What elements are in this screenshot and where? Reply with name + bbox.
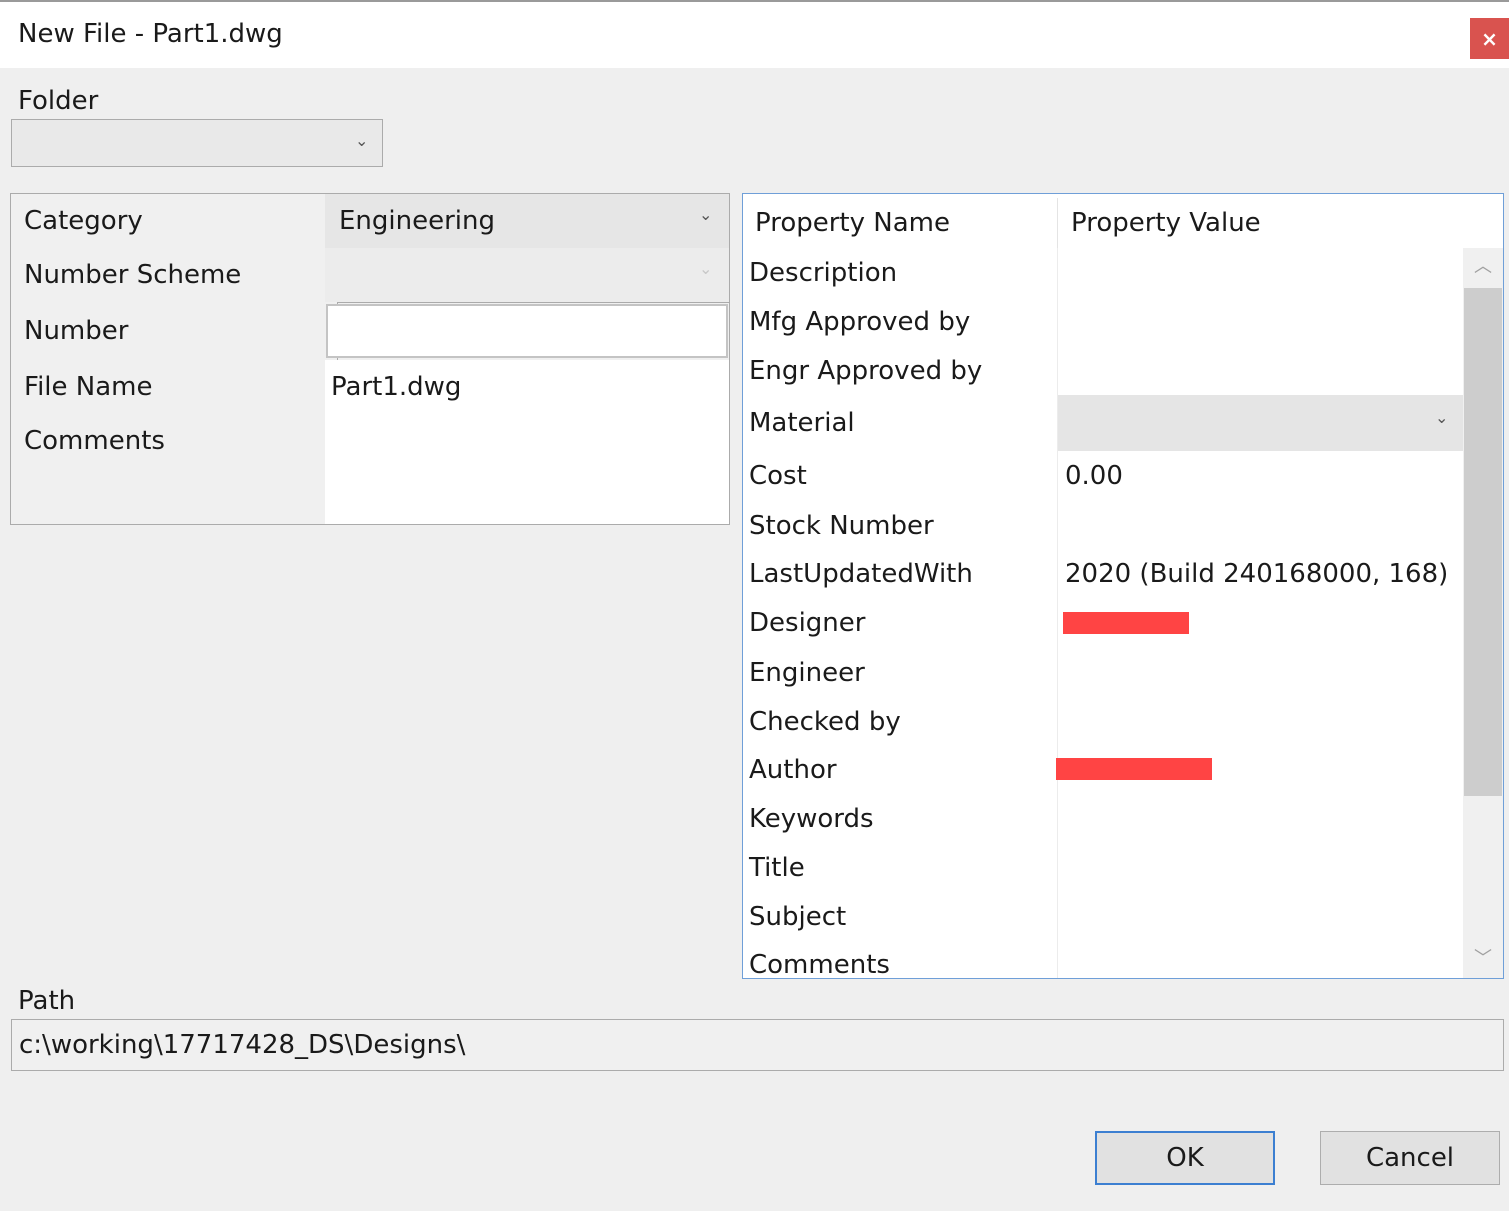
property-value[interactable] <box>1057 697 1463 746</box>
property-value[interactable]: 0.00 <box>1057 451 1463 501</box>
category-value: Engineering <box>339 206 495 236</box>
property-row-description[interactable]: Description <box>743 248 1463 299</box>
property-name: Stock Number <box>749 510 934 541</box>
property-row-designer[interactable]: Designer <box>743 598 1463 649</box>
close-icon: × <box>1481 26 1498 51</box>
property-name: LastUpdatedWith <box>749 559 973 589</box>
comments-label: Comments <box>11 414 338 524</box>
property-value[interactable]: 2020 (Build 240168000, 168) <box>1057 550 1463 598</box>
property-name: Designer <box>749 608 866 638</box>
grid-row-number: Number <box>11 302 729 361</box>
comments-textarea[interactable] <box>325 414 729 524</box>
vertical-scrollbar[interactable]: ︿ ﹀ <box>1463 248 1503 978</box>
header-divider <box>1057 198 1058 248</box>
property-value[interactable] <box>1057 794 1463 843</box>
grid-row-category: Category Engineering ⌄ <box>11 194 729 249</box>
property-value[interactable] <box>1057 941 1463 978</box>
path-field[interactable]: c:\working\17717428_DS\Designs\ <box>11 1019 1504 1071</box>
folder-label: Folder <box>18 86 99 116</box>
property-value[interactable] <box>1057 501 1463 550</box>
material-dropdown[interactable]: ⌄ <box>1057 395 1463 451</box>
number-input[interactable] <box>326 304 728 358</box>
scrollbar-thumb[interactable] <box>1464 288 1502 796</box>
property-name: Cost <box>749 461 807 491</box>
property-value[interactable] <box>1057 843 1463 892</box>
window-title: New File - Part1.dwg <box>18 19 283 49</box>
number-scheme-dropdown[interactable]: ⌄ <box>325 248 729 302</box>
close-button[interactable]: × <box>1470 18 1509 59</box>
number-scheme-label: Number Scheme <box>11 248 338 302</box>
property-row-stock-number[interactable]: Stock Number <box>743 501 1463 551</box>
property-row-subject[interactable]: Subject <box>743 892 1463 942</box>
folder-dropdown[interactable]: ⌄ <box>11 119 383 167</box>
property-name: Checked by <box>749 706 901 737</box>
redaction-bar <box>1063 612 1189 634</box>
file-properties-grid: Category Engineering ⌄ Number Scheme ⌄ N… <box>10 193 730 525</box>
property-value[interactable] <box>1057 892 1463 941</box>
property-value[interactable] <box>1057 648 1463 697</box>
file-name-field[interactable]: Part1.dwg <box>325 360 729 414</box>
property-row-checked-by[interactable]: Checked by <box>743 697 1463 747</box>
property-row-author[interactable]: Author <box>743 746 1463 795</box>
grid-row-comments: Comments <box>11 414 729 524</box>
property-value[interactable] <box>1057 346 1463 395</box>
property-name: Description <box>749 258 898 288</box>
property-row-keywords[interactable]: Keywords <box>743 794 1463 844</box>
file-name-label: File Name <box>11 360 338 414</box>
property-row-title[interactable]: Title <box>743 843 1463 893</box>
number-label: Number <box>11 302 338 360</box>
property-name: Title <box>749 852 805 883</box>
property-grid: Property Name Property Value Description… <box>742 193 1504 979</box>
chevron-down-icon[interactable]: ﹀ <box>1463 942 1503 972</box>
property-value-header[interactable]: Property Value <box>1071 208 1261 238</box>
property-name: Engineer <box>749 657 865 688</box>
chevron-down-icon: ⌄ <box>355 131 369 150</box>
title-bar: New File - Part1.dwg <box>0 0 1509 68</box>
chevron-up-icon[interactable]: ︿ <box>1463 250 1503 280</box>
property-value[interactable] <box>1057 248 1463 298</box>
property-name: Subject <box>749 901 847 932</box>
property-value[interactable] <box>1057 298 1463 346</box>
chevron-down-icon: ⌄ <box>699 205 713 224</box>
property-row-cost[interactable]: Cost 0.00 <box>743 451 1463 502</box>
path-label: Path <box>18 986 76 1016</box>
property-name: Engr Approved by <box>749 355 983 386</box>
property-name: Mfg Approved by <box>749 307 971 337</box>
property-name: Author <box>749 755 837 785</box>
property-row-engr-approved-by[interactable]: Engr Approved by <box>743 346 1463 396</box>
property-name: Keywords <box>749 803 874 834</box>
property-row-mfg-approved-by[interactable]: Mfg Approved by <box>743 298 1463 347</box>
property-name: Material <box>749 408 855 438</box>
property-name: Comments <box>749 950 890 979</box>
property-grid-header: Property Name Property Value <box>743 194 1463 249</box>
ok-button[interactable]: OK <box>1095 1131 1275 1185</box>
category-dropdown[interactable]: Engineering ⌄ <box>325 194 729 248</box>
category-label: Category <box>11 194 338 248</box>
property-row-engineer[interactable]: Engineer <box>743 648 1463 698</box>
cancel-button[interactable]: Cancel <box>1320 1131 1500 1185</box>
property-row-comments[interactable]: Comments <box>743 941 1463 979</box>
chevron-down-icon: ⌄ <box>699 259 713 278</box>
property-name-header[interactable]: Property Name <box>755 208 950 238</box>
chevron-down-icon: ⌄ <box>1435 408 1449 427</box>
grid-row-file-name: File Name Part1.dwg <box>11 360 729 415</box>
property-row-lastupdatedwith[interactable]: LastUpdatedWith 2020 (Build 240168000, 1… <box>743 550 1463 599</box>
property-row-material[interactable]: Material ⌄ <box>743 395 1463 452</box>
grid-row-number-scheme: Number Scheme ⌄ <box>11 248 729 303</box>
redaction-bar <box>1056 758 1212 780</box>
